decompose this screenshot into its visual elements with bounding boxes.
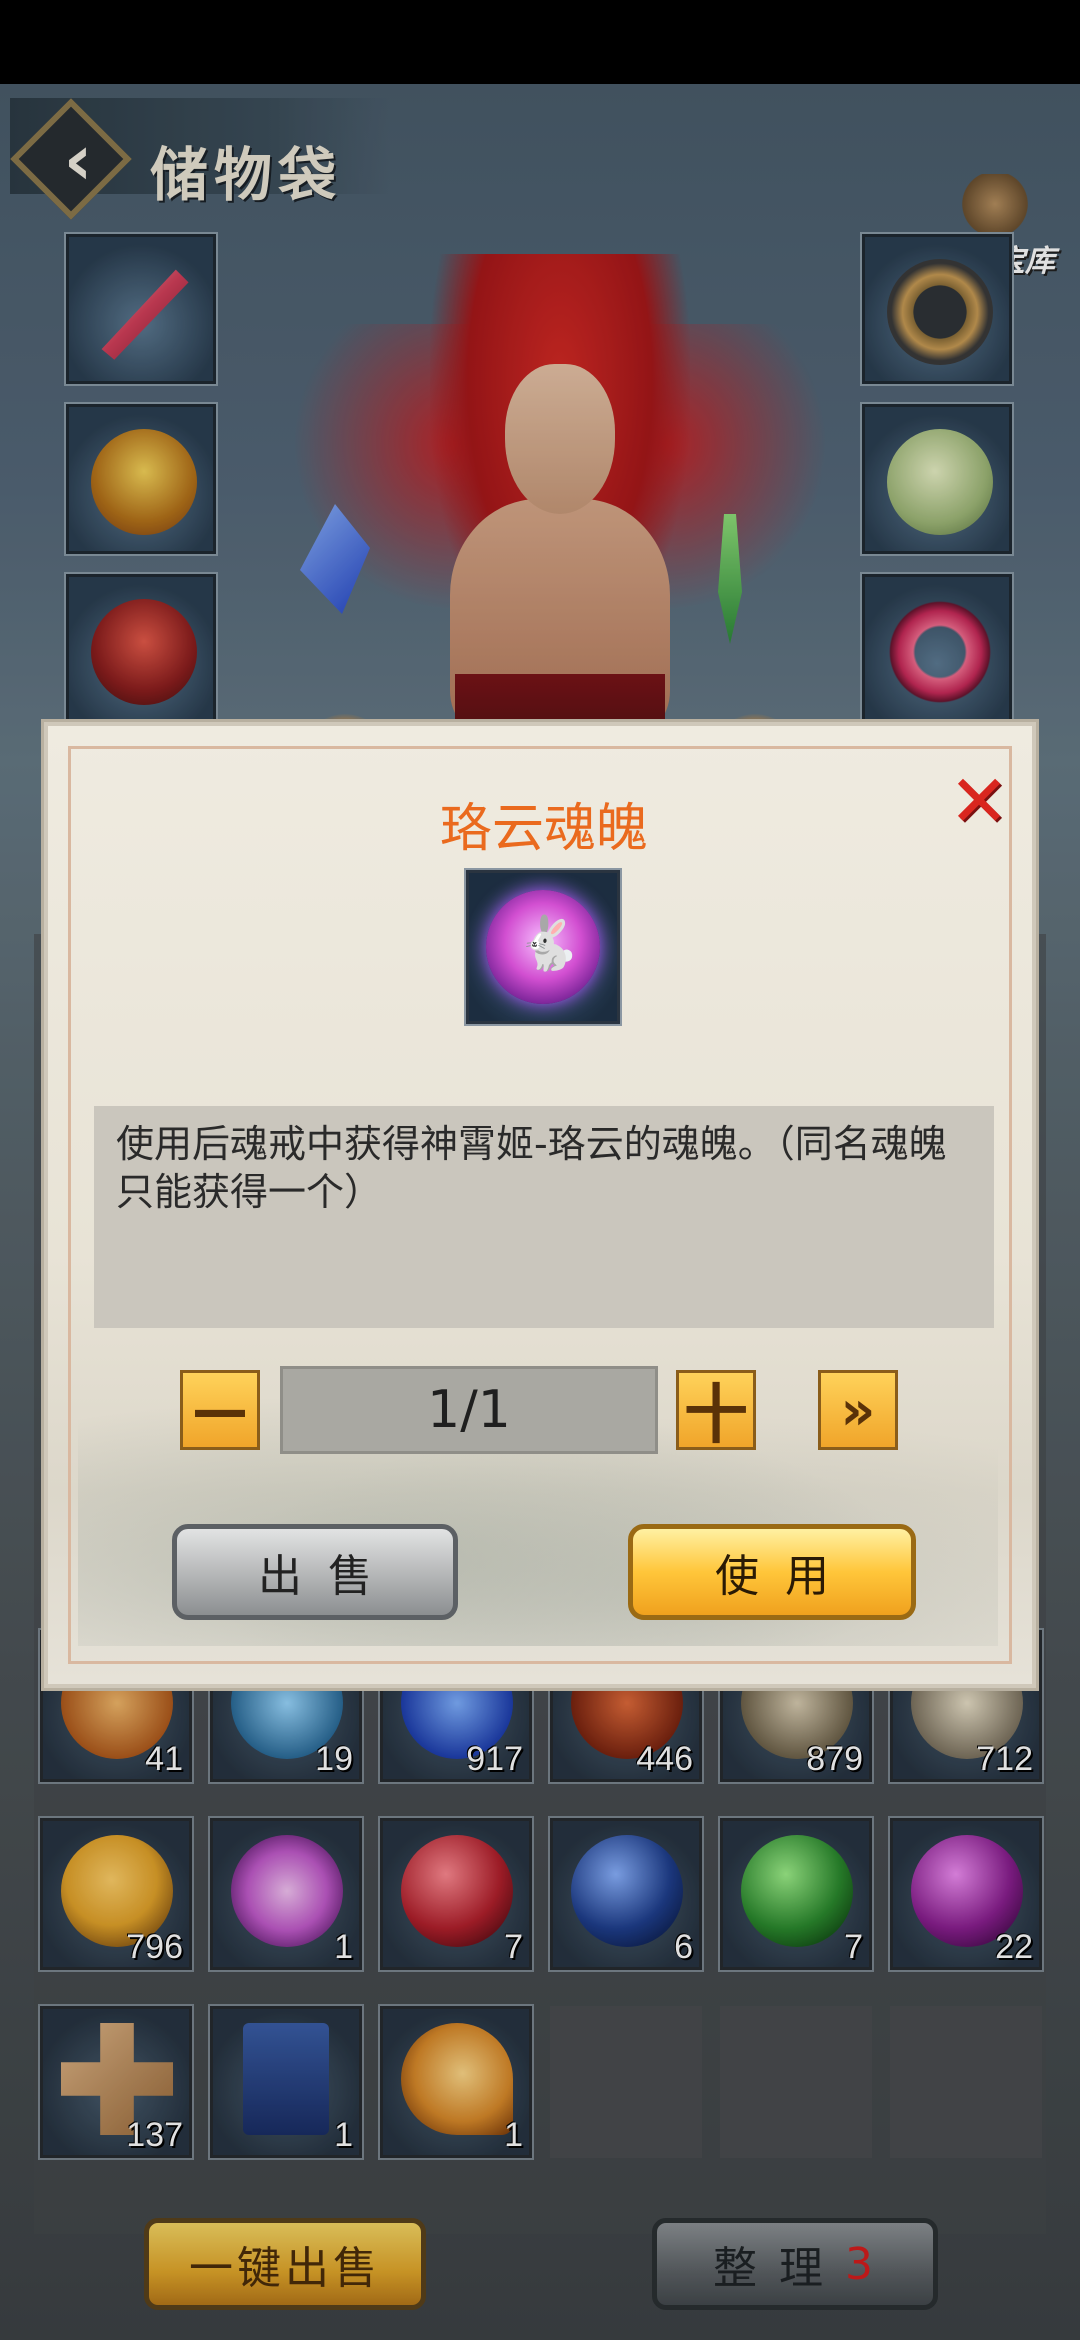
decrease-quantity-button[interactable]: — [180,1370,260,1450]
item-icon-frame: 🐇 [464,868,622,1026]
sell-button[interactable]: 出售 [172,1524,458,1620]
increase-quantity-button[interactable]: 十 [676,1370,756,1453]
rabbit-icon: 🐇 [516,914,581,974]
item-description: 使用后魂戒中获得神霄姬-珞云的魂魄。（同名魂魄只能获得一个） [94,1106,994,1328]
max-quantity-button[interactable]: » [818,1370,898,1450]
quantity-display: 1/1 [280,1366,658,1454]
rabbit-soul-icon: 🐇 [486,890,600,1004]
item-title: 珞云魂魄 [439,799,648,859]
item-detail-dialog: 珞云魂魄 ✕ 🐇 使用后魂戒中获得神霄姬-珞云的魂魄。（同名魂魄只能获得一个） … [44,722,1036,1688]
use-label: 使用 [715,1551,855,1602]
sell-label: 出售 [258,1551,398,1602]
use-button[interactable]: 使用 [628,1524,916,1620]
close-button[interactable]: ✕ [944,765,1014,837]
